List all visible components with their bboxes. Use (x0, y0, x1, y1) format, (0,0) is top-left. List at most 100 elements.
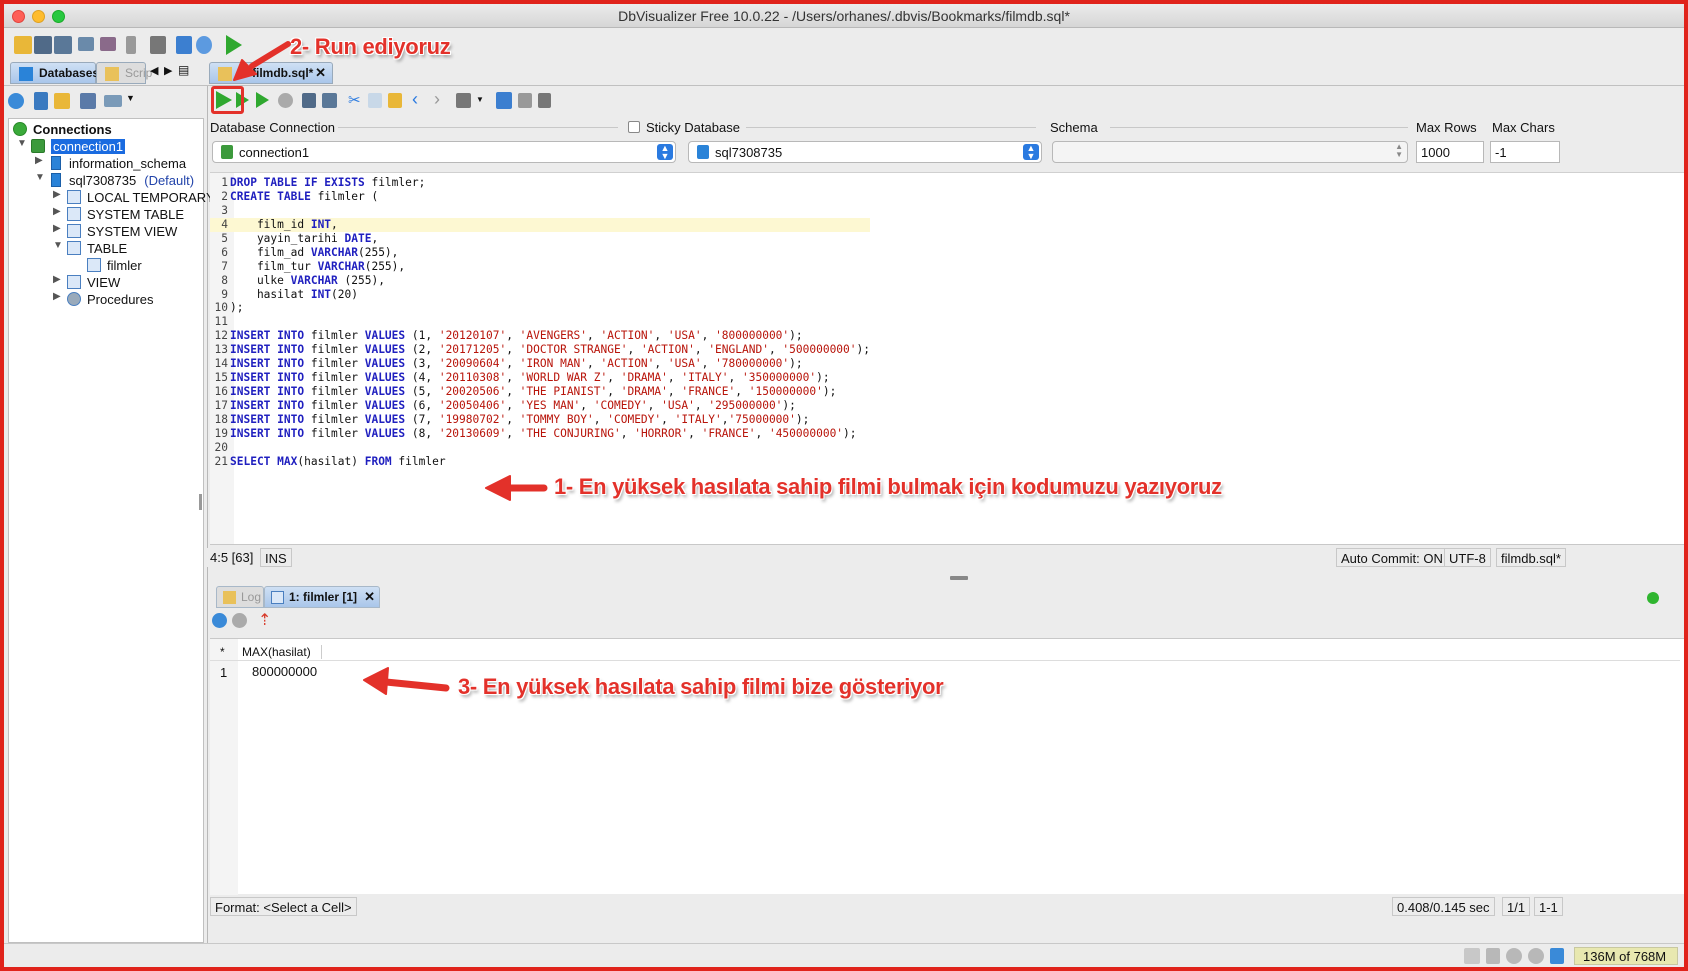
grid-view-icon[interactable] (496, 92, 512, 109)
collapse-icon[interactable]: ▶ (53, 274, 61, 285)
cut-icon[interactable]: ✂ (348, 91, 361, 109)
expand-icon[interactable]: ▼ (17, 138, 27, 149)
panel-splitter[interactable] (199, 494, 202, 510)
save-icon[interactable] (302, 93, 316, 108)
sql-text: , (701, 329, 716, 343)
code-line[interactable]: 15 INSERT INTO filmler VALUES (4, '201103… (210, 371, 870, 385)
max-rows-input[interactable]: 1000 (1416, 141, 1484, 163)
code-line[interactable]: 17 INSERT INTO filmler VALUES (6, '200504… (210, 399, 870, 413)
code-line[interactable]: 5 yayin_tarihi DATE, (210, 232, 870, 246)
save-all-icon[interactable] (54, 36, 72, 54)
tab-list-icon[interactable]: ▤ (178, 63, 189, 77)
chevron-left-icon[interactable]: ◀ (150, 64, 158, 77)
code-line[interactable]: 1 DROP TABLE IF EXISTS filmler; (210, 176, 870, 190)
back-icon[interactable]: ‹ (412, 89, 418, 110)
filter-icon[interactable] (104, 95, 122, 107)
tab-result-filmler[interactable]: 1: filmler [1] ✕ (264, 586, 380, 608)
sticky-database-checkbox[interactable] (628, 121, 640, 133)
code-line[interactable]: 7 film_tur VARCHAR(255), (210, 260, 870, 274)
chevron-right-icon[interactable]: ▶ (164, 64, 172, 77)
tools-icon[interactable] (150, 36, 166, 54)
export-up-icon[interactable]: ⇡ (258, 610, 271, 630)
code-line[interactable]: 4 film_id INT, (210, 217, 870, 232)
trash-icon[interactable] (1550, 948, 1564, 964)
refresh-icon[interactable] (212, 613, 227, 628)
sql-string: 'ITALY' (681, 371, 729, 385)
monitor-icon[interactable] (196, 36, 212, 54)
collapse-icon[interactable]: ▶ (53, 189, 61, 200)
code-line[interactable]: 12 INSERT INTO filmler VALUES (1, '201201… (210, 329, 870, 343)
memory-usage[interactable]: 136M of 768M (1574, 947, 1678, 965)
save-icon[interactable] (34, 36, 52, 54)
connection-icon (31, 139, 45, 153)
schema-select[interactable]: ▲ ▼ (1052, 141, 1408, 163)
tab-editor-filmdb[interactable]: 1: filmdb.sql* ✕ (209, 62, 333, 84)
collapse-icon[interactable]: ▶ (53, 223, 61, 234)
new-connection-icon[interactable] (34, 92, 48, 110)
sql-text: ulke (230, 273, 291, 287)
collapse-icon[interactable]: ▶ (35, 155, 43, 166)
execute-buffer-icon[interactable] (256, 92, 269, 108)
code-line[interactable]: 9 hasilat INT(20) (210, 288, 870, 302)
code-line[interactable]: 8 ulke VARCHAR (255), (210, 274, 870, 288)
code-line[interactable]: 14 INSERT INTO filmler VALUES (3, '200906… (210, 357, 870, 371)
code-line[interactable]: 11 (210, 315, 870, 329)
export-icon[interactable] (538, 93, 551, 108)
table-icon[interactable] (176, 36, 192, 54)
line-number: 9 (221, 287, 228, 301)
sync-icon[interactable] (1506, 948, 1522, 964)
play-icon[interactable] (226, 35, 242, 55)
code-line[interactable]: 13 INSERT INTO filmler VALUES (2, '201712… (210, 343, 870, 357)
copy-icon[interactable] (368, 93, 382, 108)
cancel-icon[interactable] (1528, 948, 1544, 964)
forward-icon[interactable]: › (434, 89, 440, 110)
expand-icon[interactable]: ▼ (35, 172, 45, 183)
database-connection-select[interactable]: connection1 ▲ ▼ (212, 141, 676, 163)
collapse-icon[interactable]: ▶ (53, 291, 61, 302)
refresh-icon[interactable] (8, 93, 24, 109)
disconnect-all-icon[interactable] (80, 93, 96, 109)
sql-keyword: VARCHAR (317, 259, 365, 273)
chevron-down-icon[interactable]: ▼ (476, 95, 484, 104)
code-line[interactable]: 10); (210, 301, 870, 315)
layout-icon[interactable] (1464, 948, 1480, 964)
auto-commit-status[interactable]: Auto Commit: ON (1336, 548, 1448, 567)
sql-code[interactable]: 1 DROP TABLE IF EXISTS filmler; 2 CREATE TA… (210, 176, 870, 469)
new-folder-icon[interactable] (54, 93, 70, 109)
column-header-max-hasilat[interactable]: MAX(hasilat) (242, 645, 322, 659)
text-view-icon[interactable] (518, 93, 532, 108)
code-line[interactable]: 16 INSERT INTO filmler VALUES (5, '200205… (210, 385, 870, 399)
stop-icon[interactable] (232, 613, 247, 628)
connect-icon[interactable] (78, 37, 94, 51)
code-line[interactable]: 3 (210, 204, 870, 218)
cell-max-hasilat[interactable]: 800000000 (252, 664, 317, 679)
gear-icon (67, 292, 81, 306)
tab-scripts[interactable]: Scrip (96, 62, 152, 84)
database-select[interactable]: sql7308735 ▲ ▼ (688, 141, 1042, 163)
tab-log[interactable]: Log (216, 586, 264, 608)
save-as-icon[interactable] (322, 93, 337, 108)
code-line[interactable]: 18 INSERT INTO filmler VALUES (7, '199807… (210, 413, 870, 427)
collapse-icon[interactable]: ▶ (53, 206, 61, 217)
paste-icon[interactable] (388, 93, 402, 108)
close-icon[interactable]: ✕ (315, 65, 326, 81)
max-chars-input[interactable]: -1 (1490, 141, 1560, 163)
expand-icon[interactable]: ▼ (53, 240, 63, 251)
result-splitter[interactable] (950, 576, 968, 580)
code-line[interactable]: 19 INSERT INTO filmler VALUES (8, '201306… (210, 427, 870, 441)
code-line[interactable]: 21 SELECT MAX(hasilat) FROM filmler (210, 455, 870, 469)
disconnect-icon[interactable] (100, 37, 116, 51)
code-line[interactable]: 6 film_ad VARCHAR(255), (210, 246, 870, 260)
code-line[interactable]: 2 CREATE TABLE filmler ( (210, 190, 870, 204)
open-folder-icon[interactable] (14, 36, 32, 54)
code-line[interactable]: 20 (210, 441, 870, 455)
sql-text: , (721, 412, 729, 426)
wrench-icon[interactable] (456, 93, 471, 108)
properties-icon[interactable] (126, 36, 136, 54)
sql-text: , (620, 426, 635, 440)
list-icon[interactable] (1486, 948, 1500, 964)
tab-databases[interactable]: Databases (10, 62, 99, 84)
stop-icon[interactable] (278, 93, 293, 108)
chevron-down-icon[interactable]: ▼ (126, 93, 135, 103)
close-icon[interactable]: ✕ (364, 589, 375, 605)
